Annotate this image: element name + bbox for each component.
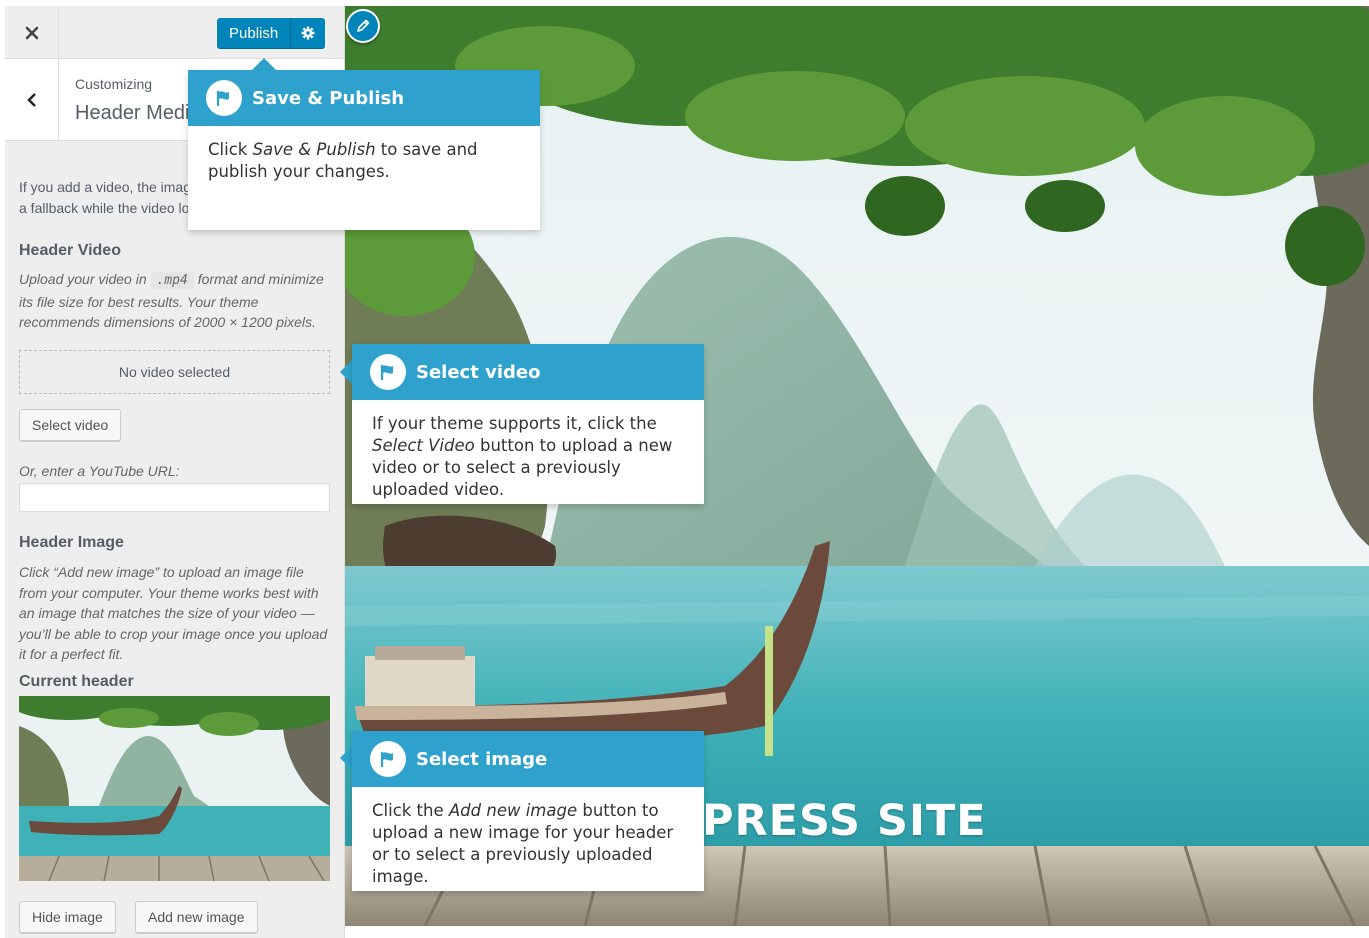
publish-button[interactable]: Publish: [217, 18, 292, 48]
pointer-header: Save & Publish: [188, 70, 540, 126]
close-customizer-button[interactable]: [5, 6, 59, 59]
back-button[interactable]: [5, 59, 59, 141]
select-video-button[interactable]: Select video: [19, 409, 122, 441]
pointer-text: Click: [208, 140, 253, 159]
hide-image-button[interactable]: Hide image: [19, 901, 116, 933]
gear-icon: [301, 26, 315, 40]
pointer-body: If your theme supports it, click the Sel…: [352, 400, 704, 504]
pointer-text: Click the: [372, 801, 449, 820]
pointer-select-video: Select video If your theme supports it, …: [352, 344, 704, 504]
site-title[interactable]: PRESS SITE: [702, 796, 987, 846]
pointer-save-publish: Save & Publish Click Save & Publish to s…: [188, 70, 540, 230]
pointer-arrow: [340, 746, 352, 770]
pointer-emphasis: Save & Publish: [252, 140, 376, 159]
edit-shortcut-button[interactable]: [346, 9, 380, 43]
close-icon: [25, 26, 38, 39]
pointer-body: Click Save & Publish to save and publish…: [188, 126, 540, 230]
header-video-description: Upload your video in .mp4 format and min…: [19, 269, 329, 333]
pointer-text: If your theme supports it, click the: [372, 414, 657, 433]
header-image-description: Click “Add new image” to upload an image…: [19, 564, 328, 663]
header-media-panel: If you add a video, the image will be us…: [5, 141, 344, 938]
flag-icon: [370, 741, 406, 777]
pointer-body: Click the Add new image button to upload…: [352, 787, 704, 891]
pointer-header: Select video: [352, 344, 704, 400]
header-video-heading: Header Video: [19, 242, 121, 259]
current-header-thumbnail[interactable]: [19, 696, 330, 881]
pencil-icon: [357, 19, 370, 32]
pointer-emphasis: Select Video: [372, 436, 475, 455]
publish-settings-button[interactable]: [291, 18, 325, 48]
pointer-arrow: [252, 58, 276, 70]
customizing-label: Customizing: [75, 76, 153, 92]
pointer-title: Select image: [416, 748, 548, 770]
pointer-title: Select video: [416, 361, 541, 383]
pointer-header: Select image: [352, 731, 704, 787]
pointer-select-image: Select image Click the Add new image but…: [352, 731, 704, 891]
pointer-title: Save & Publish: [252, 87, 405, 109]
pointer-arrow: [340, 360, 352, 384]
header-image-heading: Header Image: [19, 534, 124, 551]
add-new-image-button[interactable]: Add new image: [135, 901, 258, 933]
pointer-emphasis: Add new image: [448, 801, 578, 820]
youtube-url-label: Or, enter a YouTube URL:: [19, 463, 180, 479]
video-format-code: .mp4: [150, 272, 194, 289]
header-thumbnail-image: [19, 696, 330, 881]
current-header-label: Current header: [19, 673, 134, 690]
customizer-header: Publish: [5, 6, 344, 59]
section-title: Header Media: [75, 102, 201, 124]
publish-button-group: Publish: [217, 18, 326, 48]
video-placeholder: No video selected: [19, 350, 330, 394]
video-desc-before: Upload your video in: [19, 271, 151, 287]
chevron-left-icon: [26, 93, 36, 107]
flag-icon: [370, 354, 406, 390]
flag-icon: [206, 80, 242, 116]
youtube-url-input[interactable]: [19, 483, 330, 512]
